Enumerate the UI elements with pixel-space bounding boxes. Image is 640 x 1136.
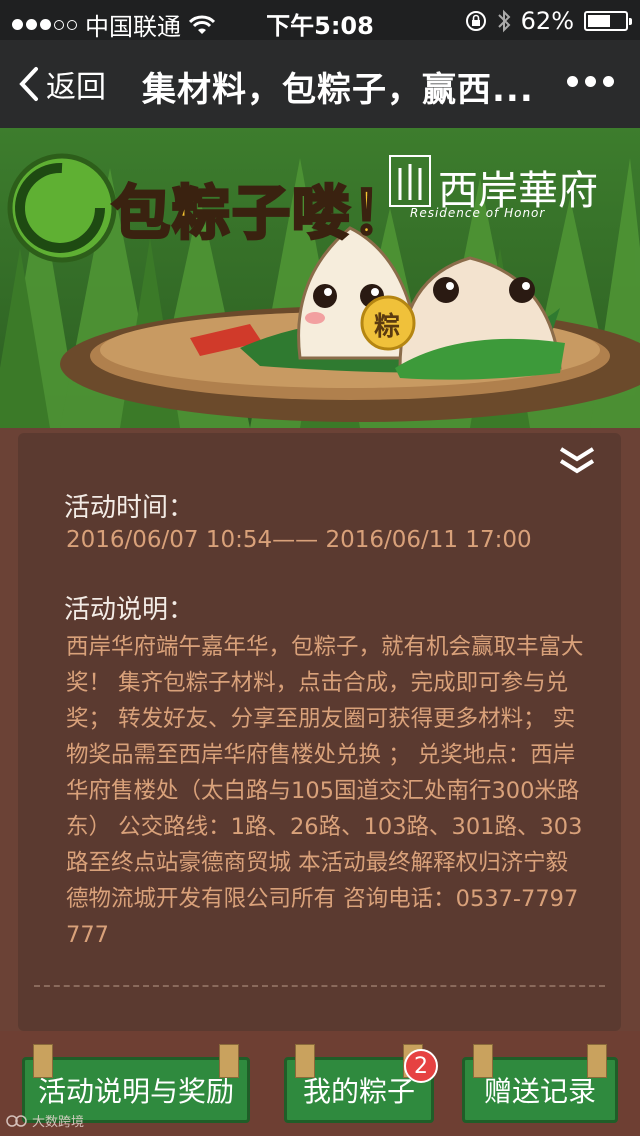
battery-icon (584, 11, 632, 31)
rotation-lock-icon (465, 11, 486, 31)
gift-records-button[interactable]: 赠送记录 (462, 1044, 618, 1123)
more-dots-icon[interactable] (567, 76, 614, 87)
rules-and-prizes-label: 活动说明与奖励 (37, 1075, 234, 1108)
page-title: 集材料，包粽子，赢西... (142, 70, 534, 110)
status-bar: 中国联通 下午5:08 62% (0, 0, 640, 41)
activity-desc-label: 活动说明： (64, 595, 195, 625)
coin-label: 粽 (374, 312, 401, 342)
bottom-action-bar: 活动说明与奖励 我的粽子 2 赠送记录 大数跨境 (0, 1031, 640, 1136)
nav-bar: 返回 集材料，包粽子，赢西... (0, 40, 640, 128)
watermark: 大数跨境 (6, 1111, 84, 1130)
activity-panel: 活动时间： 2016/06/07 10:54—— 2016/06/11 17:0… (18, 433, 621, 1031)
double-chevron-down-icon[interactable] (557, 445, 597, 475)
activity-time-label: 活动时间： (64, 493, 195, 523)
banner-headline: 包粽子喽！ (110, 178, 413, 249)
watermark-logo-icon (6, 1114, 27, 1127)
battery-percent: 62% (520, 7, 574, 35)
watermark-text: 大数跨境 (32, 1115, 85, 1130)
notification-badge: 2 (404, 1049, 438, 1083)
chevron-left-icon (19, 67, 38, 101)
promo-banner: 包粽子喽！ 西岸華府 Residence of Honor 粽 (0, 128, 640, 428)
gift-records-label: 赠送记录 (483, 1075, 596, 1108)
back-label: 返回 (46, 70, 106, 105)
status-right: 62% (465, 7, 632, 35)
activity-desc-text: 西岸华府端午嘉年华，包粽子，就有机会赢取丰富大奖！ 集齐包粽子材料，点击合成，完… (66, 634, 584, 948)
activity-time-value: 2016/06/07 10:54—— 2016/06/11 17:00 (66, 527, 532, 553)
dashed-divider (34, 985, 605, 987)
brand-subtitle: Residence of Honor (410, 206, 546, 220)
back-button[interactable]: 返回 (18, 62, 106, 106)
my-zongzi-label: 我的粽子 (302, 1075, 415, 1108)
bluetooth-icon (497, 9, 511, 33)
